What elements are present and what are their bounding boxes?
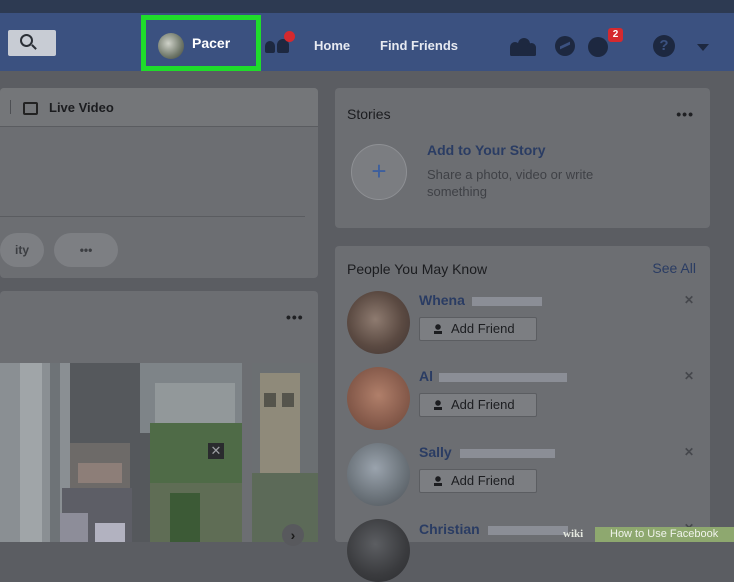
add-friend-button[interactable]: Add Friend xyxy=(419,469,537,493)
feed-photo-image xyxy=(0,363,242,542)
profile-button-highlighted[interactable]: Pacer xyxy=(141,15,261,71)
stories-card: Stories ••• + Add to Your Story Share a … xyxy=(335,88,710,228)
stories-title: Stories xyxy=(347,106,391,122)
red-dot-badge xyxy=(284,31,295,42)
composer-option-pill[interactable]: ity xyxy=(0,233,44,267)
feed-post-card: ••• ✕ › xyxy=(0,291,318,546)
nav-link-find-friends[interactable]: Find Friends xyxy=(380,38,458,53)
person-avatar[interactable] xyxy=(347,443,410,506)
feed-photo-secondary-image xyxy=(252,363,318,542)
help-icon[interactable]: ? xyxy=(653,35,675,57)
add-story-plus-icon[interactable]: + xyxy=(351,144,407,200)
composer-tabs-bar: Live Video xyxy=(0,88,318,127)
person-avatar[interactable] xyxy=(347,291,410,354)
close-photo-button[interactable]: ✕ xyxy=(208,443,224,459)
person-name[interactable]: Al xyxy=(419,368,433,384)
search-box[interactable] xyxy=(8,30,56,56)
watermark-text: How to Use Facebook xyxy=(610,528,719,540)
add-friend-button[interactable]: Add Friend xyxy=(419,317,537,341)
friend-requests-icon[interactable] xyxy=(510,36,536,56)
dismiss-suggestion-button[interactable]: ✕ xyxy=(684,293,694,307)
post-composer-card: Live Video ity ••• xyxy=(0,88,318,278)
add-friend-button[interactable]: Add Friend xyxy=(419,393,537,417)
nav-link-home[interactable]: Home xyxy=(314,38,350,53)
person-name[interactable]: Sally xyxy=(419,444,452,460)
pymk-title: People You May Know xyxy=(347,261,488,277)
add-story-subtitle: Share a photo, video or write something xyxy=(427,167,594,199)
window-top-strip xyxy=(0,0,734,13)
blurred-surname xyxy=(439,373,567,382)
watermark-wiki: wiki xyxy=(563,528,584,540)
composer-more-pill[interactable]: ••• xyxy=(54,233,118,267)
see-all-link[interactable]: See All xyxy=(652,260,696,276)
people-you-may-know-card: People You May Know See All Whena Add Fr… xyxy=(335,246,710,582)
dismiss-suggestion-button[interactable]: ✕ xyxy=(684,369,694,383)
person-name[interactable]: Whena xyxy=(419,292,465,308)
add-friend-icon xyxy=(434,476,446,486)
top-navbar: Pacer Home Find Friends 2 ? xyxy=(0,13,734,71)
live-video-icon xyxy=(23,102,38,115)
post-more-options[interactable]: ••• xyxy=(286,309,304,325)
search-icon xyxy=(20,34,33,47)
add-to-story-link[interactable]: Add to Your Story xyxy=(427,142,545,158)
composer-divider xyxy=(0,216,305,217)
blurred-surname xyxy=(488,526,568,535)
profile-avatar xyxy=(158,33,184,59)
blurred-surname xyxy=(472,297,542,306)
person-name[interactable]: Christian xyxy=(419,521,480,537)
stories-more-options[interactable]: ••• xyxy=(676,106,694,122)
tab-divider xyxy=(10,100,11,114)
add-friend-icon xyxy=(434,324,446,334)
feed-photo[interactable]: ✕ xyxy=(0,363,242,542)
profile-name: Pacer xyxy=(192,35,231,51)
add-friend-icon xyxy=(434,400,446,410)
person-avatar[interactable] xyxy=(347,519,410,582)
blurred-surname xyxy=(460,449,555,458)
feed-photo-secondary[interactable] xyxy=(252,363,318,542)
next-photo-chevron-icon[interactable]: › xyxy=(282,524,304,546)
messenger-icon[interactable] xyxy=(555,36,575,56)
notification-count-badge: 2 xyxy=(608,28,623,42)
dismiss-suggestion-button[interactable]: ✕ xyxy=(684,445,694,459)
account-menu-caret-icon[interactable] xyxy=(697,44,709,51)
find-friends-icon[interactable] xyxy=(265,31,299,59)
notifications-globe-icon[interactable] xyxy=(588,37,608,57)
live-video-tab[interactable]: Live Video xyxy=(49,100,114,115)
person-avatar[interactable] xyxy=(347,367,410,430)
